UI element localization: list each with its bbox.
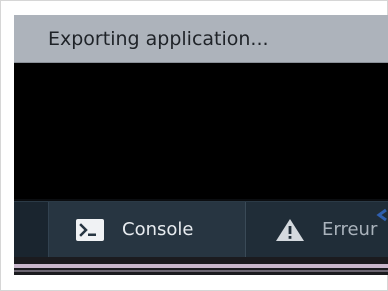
screenshot-frame: Exporting application... Console Erreur xyxy=(0,0,388,291)
tab-errors[interactable]: Erreur xyxy=(247,202,388,257)
tab-console-label: Console xyxy=(122,218,194,240)
tab-bar-left-panel xyxy=(14,202,49,257)
bottom-divider xyxy=(14,270,388,272)
tab-console[interactable]: Console xyxy=(49,202,246,257)
title-bar: Exporting application... xyxy=(14,15,388,63)
export-dialog: Exporting application... Console Erreur xyxy=(14,15,388,275)
terminal-icon xyxy=(75,218,105,242)
dialog-title: Exporting application... xyxy=(48,28,269,50)
bottom-highlight-bar xyxy=(14,264,388,268)
chevron-left-icon[interactable] xyxy=(375,207,388,222)
console-output-area[interactable] xyxy=(14,63,388,199)
warning-icon xyxy=(275,218,305,242)
window-bottom-edge xyxy=(14,257,388,275)
bottom-tab-bar: Console Erreur xyxy=(14,201,388,257)
tab-errors-label: Erreur xyxy=(322,218,378,240)
